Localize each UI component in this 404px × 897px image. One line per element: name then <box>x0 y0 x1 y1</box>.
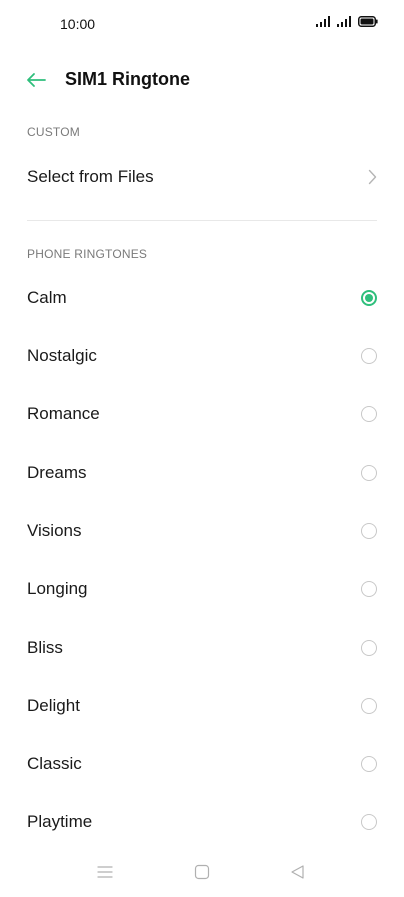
back-button[interactable] <box>20 66 52 94</box>
ringtone-label: Bliss <box>27 638 63 657</box>
battery-icon <box>358 16 378 27</box>
home-square-icon <box>194 864 210 880</box>
status-bar: 10:00 <box>0 0 404 50</box>
radio-button[interactable] <box>361 756 377 772</box>
ringtone-row-playtime[interactable]: Playtime <box>0 793 404 851</box>
back-nav-button[interactable] <box>287 862 307 882</box>
ringtone-label: Longing <box>27 579 88 598</box>
ringtone-label: Dreams <box>27 463 87 482</box>
ringtone-label: Playtime <box>27 812 93 831</box>
ringtone-label: Classic <box>27 754 82 773</box>
app-bar: SIM1 Ringtone <box>0 58 404 102</box>
arrow-left-icon <box>27 73 46 87</box>
status-icons <box>316 16 378 27</box>
ringtone-row-bliss[interactable]: Bliss <box>0 619 404 677</box>
back-triangle-icon <box>291 865 304 879</box>
signal-sim2-icon <box>337 16 351 27</box>
section-header-custom: CUSTOM <box>27 125 80 139</box>
ringtone-row-nostalgic[interactable]: Nostalgic <box>0 327 404 385</box>
divider <box>27 220 377 221</box>
select-from-files-row[interactable]: Select from Files <box>0 148 404 206</box>
ringtone-label: Visions <box>27 521 82 540</box>
ringtone-row-dreams[interactable]: Dreams <box>0 444 404 502</box>
ringtone-row-romance[interactable]: Romance <box>0 385 404 443</box>
ringtone-row-visions[interactable]: Visions <box>0 502 404 560</box>
navigation-bar <box>0 852 404 892</box>
status-time: 10:00 <box>60 16 96 32</box>
home-button[interactable] <box>192 862 212 882</box>
ringtone-label: Calm <box>27 288 67 307</box>
radio-button[interactable] <box>361 348 377 364</box>
radio-button-selected[interactable] <box>361 290 377 306</box>
ringtone-label: Nostalgic <box>27 346 97 365</box>
chevron-right-icon <box>368 169 377 185</box>
ringtone-row-delight[interactable]: Delight <box>0 677 404 735</box>
radio-button[interactable] <box>361 406 377 422</box>
ringtone-label: Romance <box>27 404 100 423</box>
radio-button[interactable] <box>361 698 377 714</box>
section-header-phone-ringtones: PHONE RINGTONES <box>27 247 148 261</box>
select-from-files-label: Select from Files <box>27 167 154 186</box>
signal-sim1-icon <box>316 16 330 27</box>
radio-button[interactable] <box>361 640 377 656</box>
ringtone-label: Delight <box>27 696 80 715</box>
radio-button[interactable] <box>361 523 377 539</box>
page-title: SIM1 Ringtone <box>65 69 190 89</box>
recent-apps-button[interactable] <box>95 862 115 882</box>
radio-button[interactable] <box>361 465 377 481</box>
menu-icon <box>97 866 113 878</box>
radio-button[interactable] <box>361 814 377 830</box>
ringtone-row-classic[interactable]: Classic <box>0 735 404 793</box>
radio-button[interactable] <box>361 581 377 597</box>
ringtone-row-longing[interactable]: Longing <box>0 560 404 618</box>
ringtone-row-calm[interactable]: Calm <box>0 269 404 327</box>
